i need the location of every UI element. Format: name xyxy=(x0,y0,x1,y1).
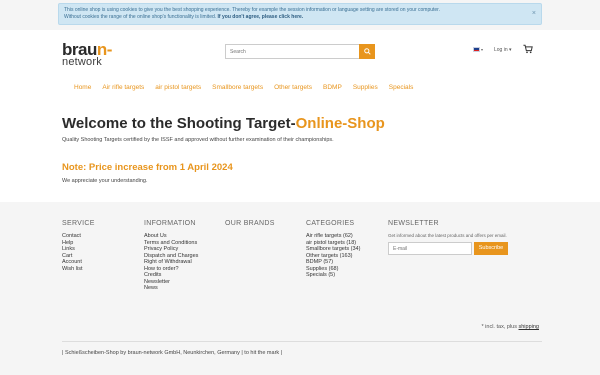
cookie-text-line2: Without cookies the range of the online … xyxy=(64,14,527,21)
nav-item-home[interactable]: Home xyxy=(74,84,91,94)
footer-heading: CATEGORIES xyxy=(306,220,355,227)
header: braun- network ▾ Log in ▾ Home Air rifle… xyxy=(0,30,600,202)
cart-icon[interactable] xyxy=(523,44,533,54)
chevron-down-icon[interactable]: ▾ xyxy=(481,47,483,52)
page-subtitle: Quality Shooting Targets certified by th… xyxy=(62,137,334,143)
page-title: Welcome to the Shooting Target-Online-Sh… xyxy=(62,115,385,132)
search-icon xyxy=(363,48,371,55)
footer-heading: SERVICE xyxy=(62,220,95,227)
main-nav: Home Air rifle targets air pistol target… xyxy=(74,84,424,94)
logo-bottom: network xyxy=(62,56,102,68)
footer-heading: OUR BRANDS xyxy=(225,220,275,227)
footer-link-wish-list[interactable]: Wish list xyxy=(62,266,95,273)
cookie-disagree-link[interactable]: If you don't agree, please click here. xyxy=(218,14,304,20)
logo-top: braun- xyxy=(62,40,112,59)
cookie-text: Without cookies the range of the online … xyxy=(64,14,218,20)
footer-link-news[interactable]: News xyxy=(144,285,198,292)
footer-bottom-text: | Schießscheiben-Shop by braun-network G… xyxy=(62,350,283,356)
footer-information: INFORMATION About Us Terms and Condition… xyxy=(144,220,198,292)
footer: SERVICE Contact Help Links Cart Account … xyxy=(0,202,600,375)
nav-item-air-pistol-targets[interactable]: air pistol targets xyxy=(155,84,201,94)
price-note-heading: Note: Price increase from 1 April 2024 xyxy=(62,162,233,173)
nav-item-bdmp[interactable]: BDMP xyxy=(323,84,342,94)
footer-service: SERVICE Contact Help Links Cart Account … xyxy=(62,220,95,272)
footer-categories: CATEGORIES Air rifle targets (62) air pi… xyxy=(306,220,360,279)
footer-divider xyxy=(62,341,542,342)
newsletter-email-input[interactable] xyxy=(388,242,472,255)
nav-item-air-rifle-targets[interactable]: Air rifle targets xyxy=(102,84,144,94)
footer-heading: INFORMATION xyxy=(144,220,196,227)
footer-category-specials[interactable]: Specials (5) xyxy=(306,272,360,279)
price-note-text: We appreciate your understanding. xyxy=(62,178,148,184)
footer-heading: NEWSLETTER xyxy=(388,220,439,227)
logo[interactable]: braun- network xyxy=(62,40,122,68)
footer-category-smallbore[interactable]: Smallbore targets (34) xyxy=(306,246,360,253)
cookie-close-icon[interactable]: × xyxy=(532,10,536,17)
nav-item-supplies[interactable]: Supplies xyxy=(353,84,378,94)
nav-item-smallbore-targets[interactable]: Smallbore targets xyxy=(212,84,263,94)
nav-item-specials[interactable]: Specials xyxy=(389,84,414,94)
shipping-link[interactable]: shipping xyxy=(519,324,540,330)
search-button[interactable] xyxy=(359,44,375,59)
footer-link-withdrawal[interactable]: Right of Withdrawal xyxy=(144,259,198,266)
footer-newsletter: NEWSLETTER Get informed about the latest… xyxy=(388,220,508,255)
newsletter-description: Get informed about the latest products a… xyxy=(388,233,507,238)
nav-item-other-targets[interactable]: Other targets xyxy=(274,84,312,94)
cookie-notice: This online shop is using cookies to giv… xyxy=(58,3,542,25)
cookie-text-line1: This online shop is using cookies to giv… xyxy=(64,7,440,13)
vat-notice: * incl. tax, plus shipping xyxy=(481,324,540,330)
footer-brands: OUR BRANDS xyxy=(225,220,275,233)
login-link[interactable]: Log in ▾ xyxy=(494,47,512,53)
footer-category-air-rifle[interactable]: Air rifle targets (62) xyxy=(306,233,360,240)
subscribe-button[interactable]: Subscribe xyxy=(474,242,508,255)
newsletter-form: Subscribe xyxy=(388,242,508,255)
search-input[interactable] xyxy=(225,44,359,59)
english-flag-icon[interactable] xyxy=(473,47,480,52)
search-bar xyxy=(225,44,375,59)
